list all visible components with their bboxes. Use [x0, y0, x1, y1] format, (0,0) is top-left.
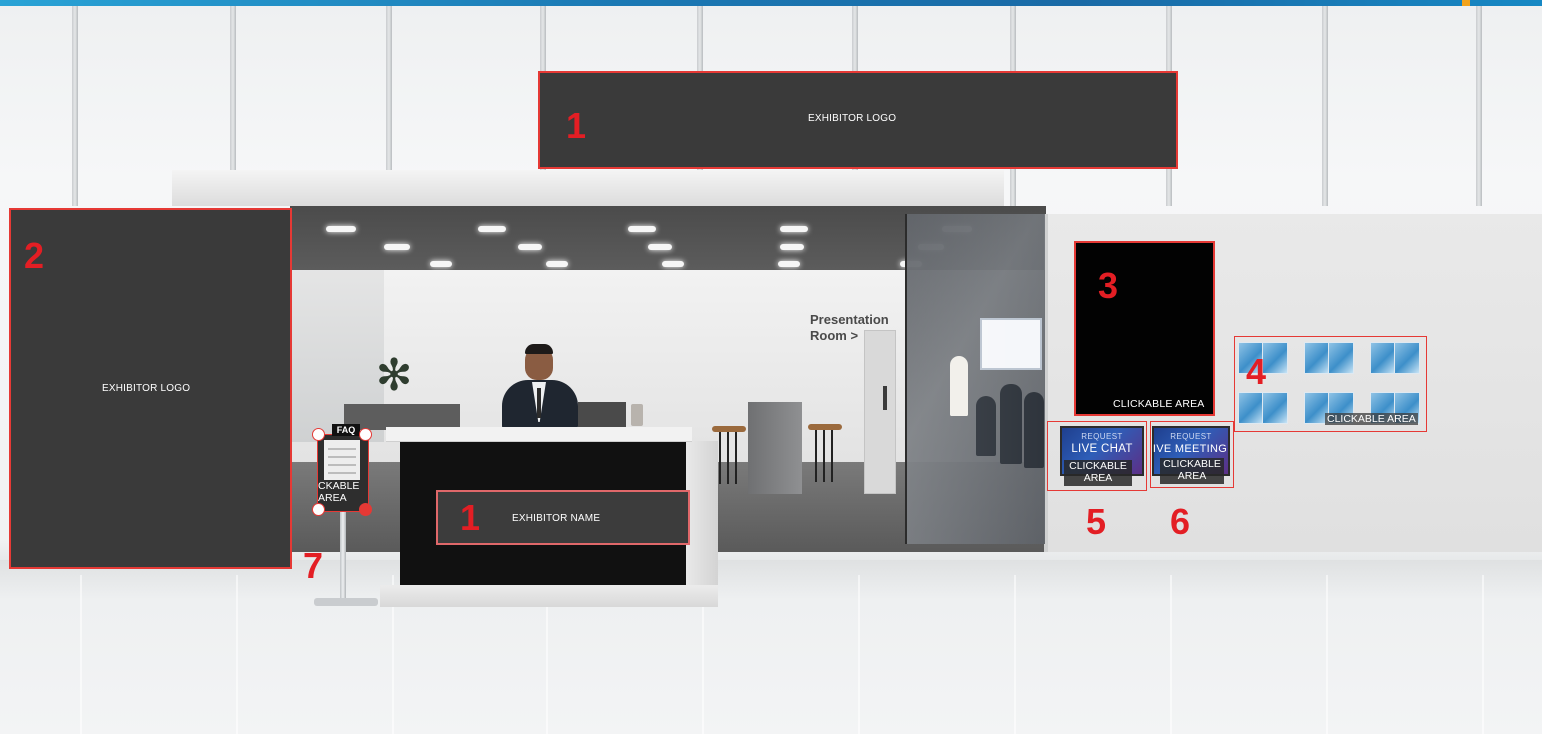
marker-desk-name: 1 [460, 497, 481, 538]
live-meeting-clickable-label: CLICKABLE AREA [1160, 458, 1224, 484]
faq-sheet-line [328, 464, 356, 466]
faq-stand-base [314, 598, 378, 606]
floor-tile-line [1170, 575, 1172, 734]
marker-live-chat: 5 [1086, 501, 1107, 542]
booth-scene: Presentation Room > ✻ EXHIBITOR NAME 1 E… [0, 0, 1542, 734]
ceiling-light [430, 261, 452, 267]
receptionist-tie [537, 388, 541, 418]
faq-sheet-line [328, 472, 356, 474]
presentation-room-door[interactable] [864, 330, 896, 494]
poster-clickable-area[interactable]: CLICKABLE AREA [1074, 241, 1215, 416]
window-mullion [1476, 6, 1482, 206]
floor-tile-line [80, 575, 82, 734]
marker-poster: 3 [1098, 265, 1119, 306]
ceiling-light [326, 226, 356, 232]
door-handle [883, 386, 887, 410]
ceiling-light [478, 226, 506, 232]
brochure[interactable] [1304, 342, 1330, 374]
floor-tile-line [1482, 575, 1484, 734]
floor-tile-line [1014, 575, 1016, 734]
brochure[interactable] [1394, 342, 1420, 374]
live-chat-request-label: REQUEST [1081, 432, 1123, 441]
resize-handle-top-left[interactable] [312, 428, 325, 441]
pedestal-table [748, 402, 802, 494]
top-logo-label: EXHIBITOR LOGO [808, 113, 897, 124]
ceiling-light [384, 244, 410, 250]
presentation-room-sign[interactable]: Presentation Room > [810, 312, 910, 344]
floor-tile-line [236, 575, 238, 734]
ceiling-light [780, 226, 808, 232]
marker-top-logo: 1 [566, 105, 587, 146]
ceiling-light [780, 244, 804, 250]
cup [631, 404, 643, 426]
ceiling-light [778, 261, 800, 267]
live-meeting-request-label: REQUEST [1170, 432, 1212, 441]
faq-tag: FAQ [332, 424, 360, 436]
marker-live-meeting: 6 [1170, 501, 1191, 542]
brochure[interactable] [1238, 392, 1264, 424]
stool-legs [719, 432, 739, 484]
exhibitor-name-label: EXHIBITOR NAME [512, 513, 601, 524]
accent-tab [1462, 0, 1470, 6]
live-meeting-title: IVE MEETING [1152, 443, 1228, 455]
resize-handle-top-right[interactable] [359, 428, 372, 441]
desk-side [686, 441, 718, 591]
brochure[interactable] [1370, 342, 1396, 374]
top-logo-banner[interactable]: EXHIBITOR LOGO [538, 71, 1178, 169]
faq-sheet [324, 440, 360, 480]
ceiling-light [518, 244, 542, 250]
side-logo-panel[interactable]: EXHIBITOR LOGO [9, 208, 292, 569]
floor [0, 560, 1542, 734]
faq-stand-pole [340, 512, 346, 602]
receptionist-hair [525, 344, 553, 354]
faq-clickable-label: CKABLE AREA [318, 480, 360, 504]
window-mullion [72, 6, 78, 206]
marker-brochures: 4 [1246, 351, 1267, 392]
plant-icon: ✻ [375, 351, 413, 400]
glass-wall [905, 214, 1047, 544]
stool-legs [815, 430, 835, 482]
resize-handle-bottom-left[interactable] [312, 503, 325, 516]
poster-clickable-label: CLICKABLE AREA [1113, 398, 1205, 410]
brochure-clickable-label: CLICKABLE AREA [1325, 413, 1418, 425]
desk-base [380, 585, 718, 607]
ceiling-light [628, 226, 656, 232]
marker-faq: 7 [303, 545, 324, 586]
faq-sheet-line [328, 456, 356, 458]
faq-sheet-line [328, 448, 356, 450]
brochure[interactable] [1262, 392, 1288, 424]
ceiling-light [662, 261, 684, 267]
resize-handle-bottom-right[interactable] [359, 503, 372, 516]
ceiling-light [648, 244, 672, 250]
back-counter [578, 402, 626, 428]
floor-tile-line [858, 575, 860, 734]
live-chat-clickable-label: CLICKABLE AREA [1064, 460, 1132, 486]
floor-tile-line [1326, 575, 1328, 734]
desk-top [386, 427, 692, 442]
live-chat-title: LIVE CHAT [1071, 443, 1133, 455]
booth-canopy [172, 170, 1004, 206]
marker-side-logo: 2 [24, 235, 45, 276]
brochure[interactable] [1328, 342, 1354, 374]
window-mullion [1322, 6, 1328, 206]
ceiling-light [546, 261, 568, 267]
side-logo-label: EXHIBITOR LOGO [102, 383, 191, 394]
